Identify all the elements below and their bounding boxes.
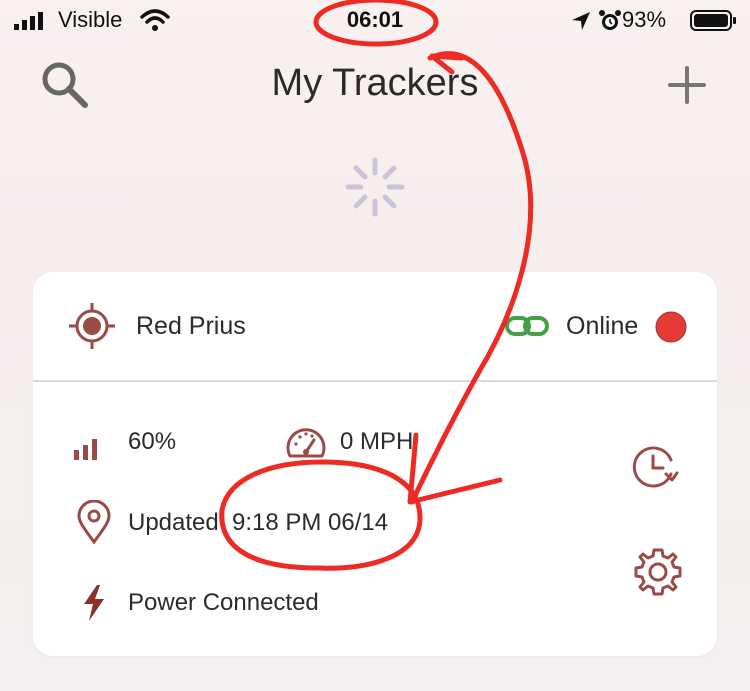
- alarm-icon: [599, 10, 621, 30]
- updated-label: Updated: [128, 509, 219, 536]
- signal-strength-value: 60%: [128, 428, 177, 455]
- link-icon: [505, 316, 549, 336]
- location-arrow-icon: [572, 12, 590, 30]
- status-bar: Visible 06:01 93%: [0, 0, 750, 44]
- status-dot: [655, 311, 687, 343]
- signal-strength-icon: [74, 439, 97, 460]
- spinner-icon: [345, 157, 405, 217]
- tracker-name[interactable]: Red Prius: [136, 312, 246, 341]
- history-icon[interactable]: [630, 444, 680, 490]
- battery-percentage: 93%: [622, 7, 667, 32]
- speedometer-icon: [286, 428, 326, 458]
- battery-icon: [690, 10, 736, 31]
- crosshair-target-icon: [69, 303, 115, 349]
- card-divider: [33, 380, 717, 382]
- plus-icon[interactable]: [668, 66, 706, 104]
- status-text: Online: [566, 312, 639, 340]
- map-pin-icon: [77, 500, 111, 544]
- settings-gear-icon[interactable]: [632, 546, 684, 598]
- page-title: My Trackers: [271, 62, 479, 104]
- speed-value: 0 MPH: [340, 428, 414, 455]
- power-status: Power Connected: [128, 589, 319, 616]
- lightning-bolt-icon: [84, 585, 104, 621]
- updated-time: 9:18 PM 06/14: [232, 509, 389, 536]
